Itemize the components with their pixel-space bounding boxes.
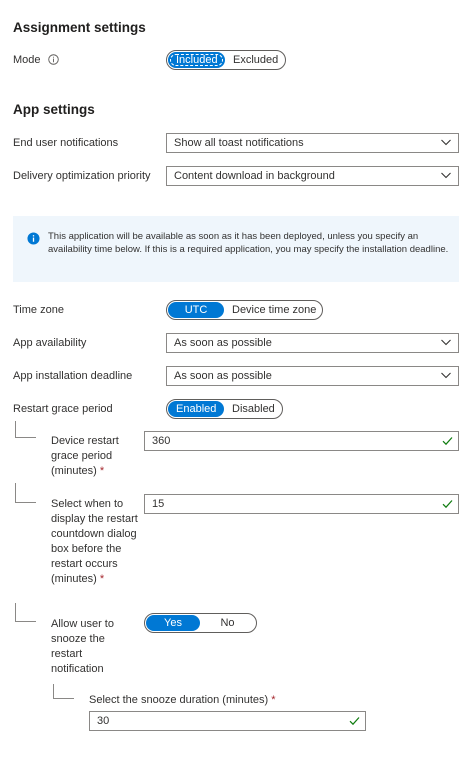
snooze-option-no[interactable]: No [200,615,255,631]
restart-grace-toggle[interactable]: Enabled Disabled [166,399,283,419]
required-marker: * [99,465,105,477]
info-filled-icon [27,232,40,245]
snooze-label: Allow user to snooze the restart notific… [51,618,114,675]
timezone-option-device[interactable]: Device time zone [224,302,321,318]
info-banner: This application will be available as so… [13,216,459,282]
delivery-value: Content download in background [174,170,335,182]
restart-grace-label: Restart grace period [13,403,113,415]
checkmark-icon [349,717,360,726]
countdown-label: Select when to display the restart count… [51,498,138,585]
delivery-label: Delivery optimization priority [13,170,151,182]
snooze-duration-input[interactable]: 30 [89,711,366,731]
tree-connector [15,483,36,503]
notifications-label: End user notifications [13,137,119,149]
mode-toggle[interactable]: Included Excluded [166,50,286,70]
restart-option-enabled[interactable]: Enabled [168,401,224,417]
required-marker: * [271,694,276,706]
timezone-toggle[interactable]: UTC Device time zone [166,300,323,320]
deadline-dropdown[interactable]: As soon as possible [166,366,459,386]
grace-period-value: 360 [152,435,171,447]
mode-option-excluded[interactable]: Excluded [225,52,285,68]
chevron-down-icon [441,372,451,379]
app-settings-title: App settings [13,102,95,117]
restart-option-disabled[interactable]: Disabled [224,401,281,417]
snooze-option-yes[interactable]: Yes [146,615,200,631]
chevron-down-icon [441,339,451,346]
availability-dropdown[interactable]: As soon as possible [166,333,459,353]
snooze-duration-value: 30 [97,715,110,727]
info-icon[interactable] [47,54,59,65]
grace-period-input[interactable]: 360 [144,431,459,451]
mode-label: Mode [13,53,59,68]
countdown-value: 15 [152,498,165,510]
deadline-value: As soon as possible [174,370,272,382]
grace-period-label: Device restart grace period (minutes) * [51,435,119,477]
tree-connector [53,684,74,699]
notifications-value: Show all toast notifications [174,137,304,149]
chevron-down-icon [441,139,451,146]
mode-option-included[interactable]: Included [168,52,225,68]
tree-connector [15,421,36,438]
availability-label: App availability [13,337,87,349]
snooze-duration-label: Select the snooze duration (minutes) * [89,694,276,706]
info-banner-text: This application will be available as so… [48,231,449,255]
notifications-dropdown[interactable]: Show all toast notifications [166,133,459,153]
deadline-label: App installation deadline [13,370,133,382]
delivery-dropdown[interactable]: Content download in background [166,166,459,186]
assignment-settings-title: Assignment settings [13,20,146,35]
snooze-toggle[interactable]: Yes No [144,613,257,633]
required-marker: * [99,573,105,585]
timezone-option-utc[interactable]: UTC [168,302,224,318]
checkmark-icon [442,437,453,446]
tree-connector [15,603,36,622]
chevron-down-icon [441,172,451,179]
countdown-input[interactable]: 15 [144,494,459,514]
checkmark-icon [442,500,453,509]
timezone-label: Time zone [13,304,64,316]
availability-value: As soon as possible [174,337,272,349]
